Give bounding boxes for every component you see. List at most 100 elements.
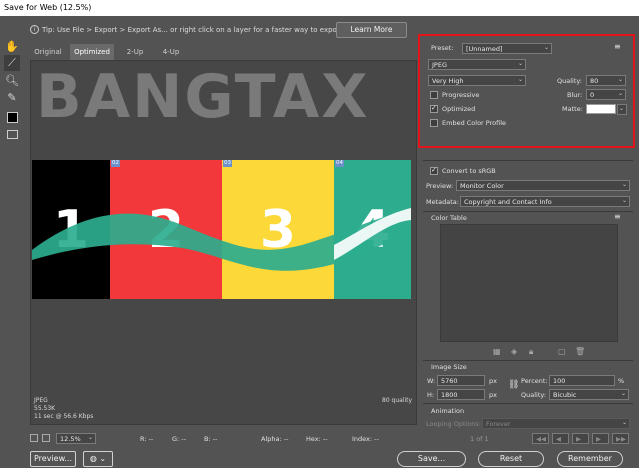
learn-more-button[interactable]: Learn More: [336, 22, 407, 38]
width-value: 5760: [441, 377, 458, 385]
web-shift-icon[interactable]: ▦: [493, 347, 501, 356]
info-quality: 80 quality: [382, 397, 413, 404]
save-button[interactable]: Save...: [397, 451, 466, 467]
slice-number: 1: [52, 199, 90, 260]
eyedropper-tool-icon[interactable]: ✎: [4, 89, 20, 105]
divider: [423, 403, 633, 404]
divider: [423, 360, 633, 361]
status-r: R: --: [140, 435, 154, 443]
tip-text: Tip: Use File > Export > Export As... or…: [42, 26, 367, 34]
looping-value: Forever: [486, 420, 511, 428]
lock-color-icon[interactable]: ◈: [511, 347, 517, 356]
last-frame-button[interactable]: ▶▶: [612, 433, 629, 444]
browser-select[interactable]: ◍ ⌄: [83, 451, 113, 467]
info-time: 11 sec @ 56.6 Kbps: [34, 413, 94, 420]
slice-number: 2: [147, 199, 185, 260]
preview-value: Monitor Color: [460, 182, 504, 190]
looping-select: Forever ⌄: [482, 418, 630, 429]
eyedropper-color-icon[interactable]: [4, 109, 20, 125]
color-table-title: Color Table: [431, 214, 467, 222]
remember-button[interactable]: Remember: [557, 451, 623, 467]
slice-04[interactable]: 4: [334, 160, 411, 299]
resample-label: Quality:: [521, 391, 546, 399]
tab-2up[interactable]: 2-Up: [118, 44, 152, 60]
status-index: Index: --: [352, 435, 379, 443]
reset-button[interactable]: Reset: [478, 451, 544, 467]
percent-value: 100: [553, 377, 566, 385]
slice-number: 3: [259, 199, 297, 260]
tab-original[interactable]: Original: [30, 44, 66, 60]
window-title: Save for Web (12.5%): [0, 0, 639, 16]
next-frame-button[interactable]: ▶: [592, 433, 609, 444]
preview-button[interactable]: Preview...: [30, 451, 76, 467]
percent-unit: %: [618, 377, 625, 385]
play-button[interactable]: ▶: [572, 433, 589, 444]
watermark: BANGTAX: [36, 62, 370, 132]
tab-optimized[interactable]: Optimized: [70, 44, 114, 60]
width-unit: px: [489, 377, 497, 385]
hand-tool-icon[interactable]: ✋: [4, 38, 20, 54]
looping-label: Looping Options:: [426, 420, 481, 428]
optimized-info: JPEG 55.53K 11 sec @ 56.6 Kbps: [34, 397, 93, 421]
height-label: H:: [427, 391, 435, 399]
link-icon[interactable]: ⛓: [508, 380, 519, 390]
chevron-down-icon: ⌄: [620, 390, 626, 397]
tools-panel: ✋ ⟋ 🔍︎ ✎: [0, 16, 24, 468]
slice-tag: 03: [223, 160, 232, 167]
slice-tag: 04: [335, 160, 344, 167]
metadata-value: Copyright and Contact Info: [464, 198, 552, 206]
zoom-tool-icon[interactable]: 🔍︎: [4, 72, 20, 88]
slice-02[interactable]: 2: [110, 160, 222, 299]
info-icon: i: [30, 25, 39, 34]
convert-srgb-checkbox[interactable]: [430, 166, 438, 175]
slice-01[interactable]: 1: [32, 160, 110, 299]
toggle-slices-icon[interactable]: [4, 126, 20, 142]
width-label: W:: [427, 377, 436, 385]
color-table[interactable]: [440, 224, 618, 342]
status-b: B: --: [204, 435, 218, 443]
divider: [423, 160, 633, 161]
slice-03[interactable]: 3: [222, 160, 334, 299]
zoom-value: 12.5%: [60, 435, 81, 443]
image-size-title: Image Size: [431, 363, 467, 371]
divider: [423, 211, 633, 212]
height-unit: px: [489, 391, 497, 399]
prev-frame-button[interactable]: ◀: [552, 433, 569, 444]
status-bar: 12.5% ⌄ R: -- G: -- B: -- Alpha: -- Hex: …: [30, 432, 417, 446]
resample-select[interactable]: Bicubic ⌄: [549, 389, 629, 400]
chevron-down-icon: ⌄: [621, 419, 627, 426]
slice-number: 4: [354, 199, 391, 260]
preview-image[interactable]: 1 2 3 4 02 03 04: [32, 160, 411, 299]
metadata-select[interactable]: Copyright and Contact Info ⌄: [460, 196, 630, 207]
tab-4up[interactable]: 4-Up: [154, 44, 188, 60]
color-table-menu-icon[interactable]: ≡: [614, 212, 621, 221]
convert-srgb-label: Convert to sRGB: [442, 167, 496, 175]
preview-label: Preview:: [426, 182, 454, 190]
animation-title: Animation: [431, 407, 465, 415]
first-frame-button[interactable]: ◀◀: [532, 433, 549, 444]
lock-icon[interactable]: 🔒︎: [529, 347, 533, 357]
frame-counter: 1 of 1: [470, 435, 489, 443]
status-alpha: Alpha: --: [261, 435, 289, 443]
info-format: JPEG: [34, 397, 48, 404]
zoom-in-icon[interactable]: [42, 434, 50, 442]
height-field[interactable]: 1800: [437, 389, 485, 400]
width-field[interactable]: 5760: [437, 375, 485, 386]
resample-value: Bicubic: [553, 391, 577, 399]
metadata-label: Metadata:: [426, 198, 459, 206]
new-color-icon[interactable]: ▢: [558, 347, 566, 356]
globe-icon: ◍ ⌄: [89, 454, 107, 463]
height-value: 1800: [441, 391, 458, 399]
percent-label: Percent:: [521, 377, 548, 385]
trash-icon[interactable]: 🗑︎: [575, 347, 585, 356]
zoom-out-icon[interactable]: [30, 434, 38, 442]
zoom-select[interactable]: 12.5% ⌄: [56, 433, 96, 444]
status-hex: Hex: --: [306, 435, 328, 443]
highlight-box: [418, 34, 635, 148]
preview-select[interactable]: Monitor Color ⌄: [456, 180, 630, 191]
info-size: 55.53K: [34, 405, 56, 412]
percent-field[interactable]: 100: [549, 375, 615, 386]
chevron-down-icon: ⌄: [621, 197, 627, 204]
slice-select-tool-icon[interactable]: ⟋: [4, 55, 20, 71]
slice-tag: 02: [111, 160, 120, 167]
